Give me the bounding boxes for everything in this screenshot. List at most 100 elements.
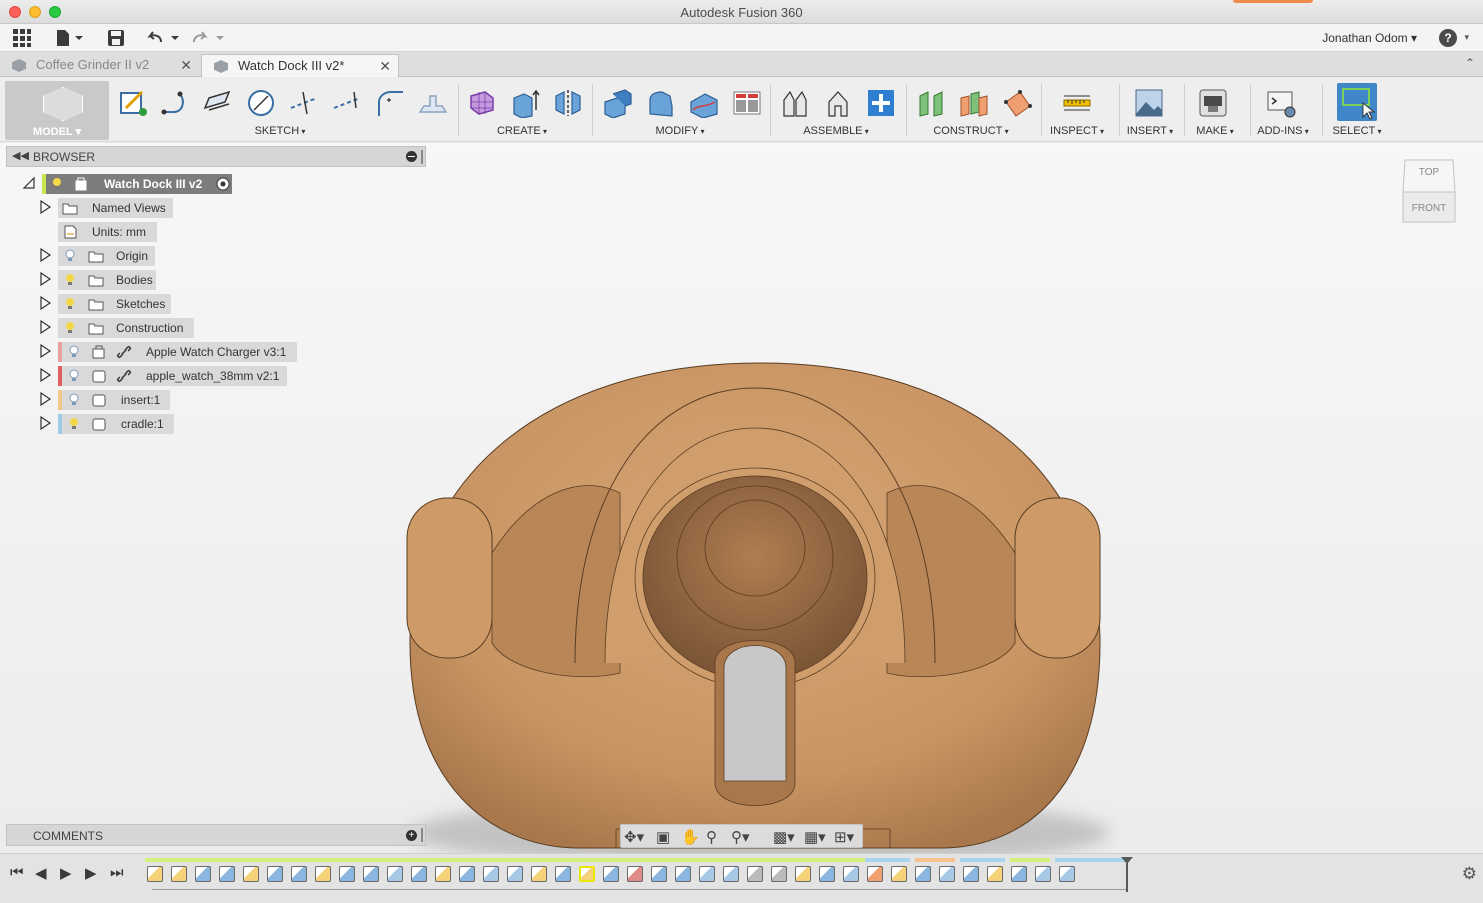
tree-chip[interactable]: Named Views — [58, 198, 173, 218]
data-panel-grid-icon[interactable] — [12, 28, 32, 48]
timeline-extrude-icon[interactable] — [675, 866, 691, 882]
sketch-menu[interactable]: SKETCH — [240, 125, 320, 137]
select-tool-button[interactable] — [1337, 83, 1377, 121]
timeline-fillet-icon[interactable] — [1035, 866, 1051, 882]
browser-item-construction[interactable]: Construction — [38, 318, 238, 338]
close-tab-icon[interactable]: ✕ — [379, 55, 391, 77]
tree-chip[interactable]: cradle:1 — [58, 414, 174, 434]
redo-icon[interactable] — [190, 28, 226, 48]
timeline-marker[interactable] — [1121, 857, 1133, 892]
tree-chip[interactable]: Origin — [58, 246, 155, 266]
timeline-fillet-icon[interactable] — [843, 866, 859, 882]
timeline-move-icon[interactable] — [603, 866, 619, 882]
chevron-up-icon[interactable]: ⌃ — [1465, 56, 1475, 70]
browser-item-cradle[interactable]: cradle:1 — [38, 414, 238, 434]
browser-item-units[interactable]: Units: mm — [38, 222, 238, 242]
panel-grip-icon[interactable] — [421, 150, 423, 164]
scripts-addins-icon[interactable] — [1266, 88, 1296, 118]
extend-icon[interactable] — [332, 88, 362, 118]
minimize-panel-icon[interactable] — [406, 151, 417, 162]
insert-menu[interactable]: INSERT — [1121, 125, 1179, 137]
help-caret-icon[interactable]: ▾ — [1464, 32, 1469, 43]
plane-through-points-icon[interactable] — [1002, 88, 1032, 118]
press-pull-icon[interactable] — [603, 88, 633, 118]
panel-grip-icon[interactable] — [421, 828, 423, 842]
fillet-sketch-icon[interactable] — [375, 88, 405, 118]
visibility-bulb-off-icon[interactable] — [65, 249, 75, 262]
save-icon[interactable] — [107, 28, 125, 48]
assemble-menu[interactable]: ASSEMBLE — [796, 125, 876, 137]
browser-item-sketches[interactable]: Sketches — [38, 294, 238, 314]
look-at-icon[interactable]: ▣ — [656, 828, 670, 846]
visibility-bulb-icon[interactable] — [65, 297, 75, 310]
viewcube[interactable]: TOP FRONT — [1401, 156, 1457, 224]
construct-menu[interactable]: CONSTRUCT — [926, 125, 1016, 137]
timeline-sketch-icon[interactable] — [795, 866, 811, 882]
add-comment-icon[interactable]: + — [406, 830, 417, 841]
timeline-sketch-icon[interactable] — [147, 866, 163, 882]
fillet-icon[interactable] — [646, 88, 676, 118]
3d-print-icon[interactable] — [1198, 88, 1228, 118]
fit-icon[interactable]: ⚲▾ — [731, 828, 750, 846]
collapse-panel-icon[interactable]: ◀◀ — [12, 149, 29, 162]
timeline-extrude-icon[interactable] — [363, 866, 379, 882]
expand-right-icon[interactable] — [38, 416, 52, 430]
timeline-previous-icon[interactable]: ◀ — [35, 864, 47, 882]
visibility-bulb-off-icon[interactable] — [69, 369, 79, 382]
expand-right-icon[interactable] — [38, 200, 52, 214]
timeline-fillet-icon[interactable] — [1059, 866, 1075, 882]
timeline-fillet-icon[interactable] — [483, 866, 499, 882]
create-menu[interactable]: CREATE — [482, 125, 562, 137]
create-sketch-icon[interactable] — [118, 88, 148, 118]
rectangle-icon[interactable] — [203, 88, 233, 118]
workspace-switcher[interactable]: MODEL ▾ — [5, 81, 109, 140]
circle-icon[interactable] — [246, 88, 276, 118]
tree-chip[interactable]: apple_watch_38mm v2:1 — [58, 366, 287, 386]
viewports-icon[interactable]: ⊞▾ — [834, 828, 854, 846]
timeline-last-icon[interactable]: ⏭ — [110, 864, 124, 881]
timeline-sketch-icon[interactable] — [315, 866, 331, 882]
timeline-fillet-icon[interactable] — [387, 866, 403, 882]
comments-panel-header[interactable]: COMMENTS + — [6, 824, 426, 846]
expand-right-icon[interactable] — [38, 272, 52, 286]
expand-right-icon[interactable] — [38, 296, 52, 310]
activate-radio-icon[interactable] — [216, 177, 230, 191]
timeline-extrude-icon[interactable] — [963, 866, 979, 882]
mirror-icon[interactable] — [553, 88, 583, 118]
timeline-fillet-icon[interactable] — [939, 866, 955, 882]
close-tab-icon[interactable]: ✕ — [180, 54, 192, 76]
timeline-revolve-icon[interactable] — [819, 866, 835, 882]
expand-right-icon[interactable] — [38, 248, 52, 262]
file-menu-icon[interactable] — [55, 28, 85, 48]
timeline-fillet-icon[interactable] — [723, 866, 739, 882]
timeline-fillet-icon[interactable] — [699, 866, 715, 882]
zoom-icon[interactable]: ⚲ — [706, 828, 717, 846]
browser-root-row[interactable]: Watch Dock III v2 — [20, 174, 240, 194]
timeline-combine-icon[interactable] — [651, 866, 667, 882]
orbit-icon[interactable]: ✥▾ — [624, 828, 644, 846]
line-icon[interactable] — [160, 88, 190, 118]
tree-chip[interactable]: insert:1 — [58, 390, 170, 410]
timeline-sketch-icon[interactable] — [171, 866, 187, 882]
timeline-joint-icon[interactable] — [771, 866, 787, 882]
timeline-fillet-icon[interactable] — [507, 866, 523, 882]
modify-menu[interactable]: MODIFY — [640, 125, 720, 137]
browser-item-apple-watch-charger[interactable]: Apple Watch Charger v3:1 — [38, 342, 298, 362]
tree-chip[interactable]: Construction — [58, 318, 194, 338]
visibility-bulb-icon[interactable] — [65, 321, 75, 334]
make-menu[interactable]: MAKE — [1186, 125, 1244, 137]
offset-plane-icon[interactable] — [916, 88, 946, 118]
timeline-revolve-icon[interactable] — [459, 866, 475, 882]
shell-icon[interactable] — [689, 88, 719, 118]
tab-coffee-grinder[interactable]: Coffee Grinder II v2 ✕ — [0, 54, 199, 77]
timeline-extrude-icon[interactable] — [267, 866, 283, 882]
new-component-icon[interactable] — [780, 88, 810, 118]
tree-chip[interactable]: Units: mm — [58, 222, 157, 242]
project-icon[interactable] — [418, 88, 448, 118]
inspect-menu[interactable]: INSPECT — [1044, 125, 1110, 137]
browser-panel-header[interactable]: ◀◀ BROWSER — [6, 146, 426, 167]
visibility-bulb-icon[interactable] — [52, 177, 62, 190]
model-render[interactable] — [380, 343, 1140, 883]
undo-icon[interactable] — [145, 28, 181, 48]
expand-right-icon[interactable] — [38, 344, 52, 358]
